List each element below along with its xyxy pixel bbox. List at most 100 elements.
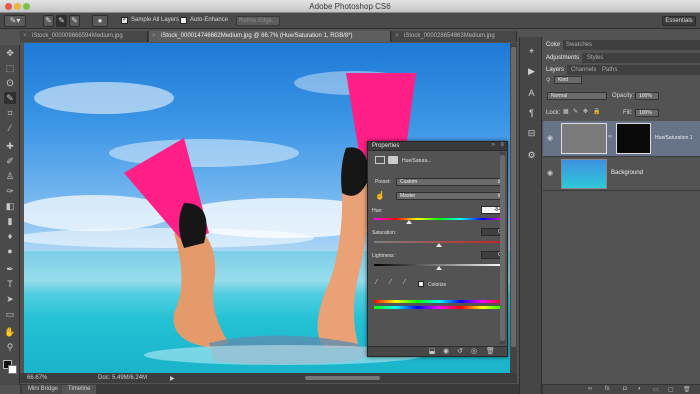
toggle-visibility-icon[interactable]: ◎ [470,348,478,356]
add-to-selection-button[interactable]: ✎ [56,15,67,27]
lock-image-icon[interactable]: ✎ [573,108,578,115]
tab-channels[interactable]: Channels [568,65,599,75]
type-tool-icon[interactable]: T [4,278,16,290]
shape-tool-icon[interactable]: ▭ [4,308,16,320]
layer-style-icon[interactable]: fx [605,386,610,392]
add-mask-icon[interactable]: ◘ [623,386,627,392]
document-tab[interactable]: × iStock_000028654863Medium.jpg [392,31,517,42]
layer-name[interactable]: Background [611,170,643,176]
preset-dropdown[interactable]: Custom ⇕ [396,178,504,186]
view-previous-state-icon[interactable]: ◉ [442,348,450,356]
pen-tool-icon[interactable]: ✒ [4,263,16,275]
lock-all-icon[interactable]: 🔒 [593,108,600,115]
panel-menu-icon[interactable]: ≡ [500,142,504,148]
colorize-checkbox[interactable] [418,281,424,287]
quick-selection-tool-icon[interactable]: ✎ [4,92,16,104]
delete-adjustment-icon[interactable]: 🗑 [486,348,495,356]
hue-slider-knob[interactable] [406,220,413,224]
new-adjustment-layer-icon[interactable]: ◐ [638,386,642,392]
canvas-vertical-scrollbar[interactable] [510,43,517,373]
new-layer-icon[interactable]: ▢ [668,386,674,393]
eyedropper-icon[interactable]: ⁄ [376,279,377,286]
canvas-horizontal-scrollbar[interactable] [305,376,380,380]
tab-paths[interactable]: Paths [599,65,620,75]
actions-icon[interactable]: ▶ [525,65,538,78]
gradient-tool-icon[interactable]: ▮ [4,215,16,227]
close-tab-icon[interactable]: × [395,31,399,42]
properties-icon[interactable]: ⚙ [525,149,538,162]
reset-icon[interactable]: ↺ [456,348,464,356]
eyedropper-tool-icon[interactable]: ⁄ [4,122,16,134]
path-selection-tool-icon[interactable]: ➤ [4,293,16,305]
eyedropper-plus-icon[interactable]: ⁄ [390,279,391,286]
paragraph-icon[interactable]: ¶ [525,107,538,120]
close-tab-icon[interactable]: × [23,31,27,42]
auto-enhance-checkbox[interactable] [180,17,187,24]
marquee-tool-icon[interactable]: ⬚ [4,62,16,74]
new-group-icon[interactable]: ▭ [653,386,659,393]
blur-tool-icon[interactable]: ♦ [4,230,16,242]
lock-position-icon[interactable]: ✥ [583,108,588,115]
dodge-tool-icon[interactable]: ● [4,245,16,257]
lock-transparent-icon[interactable]: ▦ [563,108,569,115]
layer-name[interactable]: Hue/Saturation 1 [655,135,693,141]
brush-tool-icon[interactable]: ✐ [4,155,16,167]
close-tab-icon[interactable]: × [152,31,156,42]
hand-tool-icon[interactable]: ✋ [4,326,16,338]
saturation-slider-knob[interactable] [436,243,442,247]
document-tab[interactable]: × iStock_000009666594Medium.jpg [20,31,148,42]
blend-mode-dropdown[interactable]: Normal [547,92,607,100]
tab-layers[interactable]: Layers [543,65,568,75]
timeline-tab[interactable]: Timeline [62,385,97,394]
new-selection-button[interactable]: ✎ [43,15,54,27]
status-menu-arrow-icon[interactable]: ▶ [170,375,175,382]
workspace-switcher[interactable]: Essentials [662,16,696,26]
properties-panel-header[interactable]: Properties » ≡ [368,142,507,151]
layer-mask-icon[interactable] [388,156,398,164]
layer-visibility-eye-icon[interactable]: ◉ [547,134,553,142]
delete-layer-icon[interactable]: 🗑 [683,386,691,393]
layer-kind-filter[interactable]: Kind [554,76,582,84]
lasso-tool-icon[interactable]: ʘ [4,77,16,89]
targeted-adjustment-hand-icon[interactable]: ☝ [375,191,385,200]
history-brush-tool-icon[interactable]: ✑ [4,185,16,197]
subtract-from-selection-button[interactable]: ✎ [69,15,80,27]
collapse-panel-icon[interactable]: » [492,142,495,148]
history-icon[interactable]: ⌖ [525,45,538,58]
opacity-field[interactable]: 100% [635,92,659,100]
lightness-slider-knob[interactable] [436,266,442,270]
link-layers-icon[interactable]: ∞ [588,386,592,392]
tab-styles[interactable]: Styles [584,53,606,63]
eyedropper-minus-icon[interactable]: ⁄ [404,279,405,286]
clone-stamp-tool-icon[interactable]: ♙ [4,170,16,182]
properties-scrollbar[interactable] [500,152,505,344]
background-color-swatch[interactable] [8,365,17,374]
move-tool-icon[interactable]: ✥ [4,47,16,59]
tool-preset-picker[interactable]: ✎▾ [4,15,26,27]
eraser-tool-icon[interactable]: ◧ [4,200,16,212]
layer-row-selected[interactable]: ◉ ∞ Hue/Saturation 1 [543,121,700,157]
info-icon[interactable]: ⊟ [525,127,538,140]
fill-field[interactable]: 100% [635,109,659,117]
tab-swatches[interactable]: Swatches [563,40,595,50]
spot-healing-tool-icon[interactable]: ✚ [4,140,16,152]
layer-row[interactable]: ◉ Background [543,157,700,191]
zoom-level[interactable]: 66.67% [27,375,47,381]
fill-label: Fill: [623,110,633,116]
tab-adjustments[interactable]: Adjustments [543,53,583,63]
channel-dropdown[interactable]: Master ⇕ [396,192,504,200]
refine-edge-button[interactable]: Refine Edge... [236,16,280,26]
hue-slider[interactable] [374,218,504,220]
document-tab-active[interactable]: × iStock_000014746662Medium.jpg @ 66.7% (… [149,31,391,42]
zoom-tool-icon[interactable]: ⚲ [4,341,16,353]
clip-to-layer-icon[interactable]: ⬓ [428,348,436,356]
preset-label: Preset: [375,179,391,185]
layer-visibility-eye-icon[interactable]: ◉ [547,169,553,177]
brush-size-picker[interactable]: ● [92,15,108,27]
lightness-label: Lightness: [372,253,395,259]
tab-color[interactable]: Color [543,40,564,50]
mini-bridge-tab[interactable]: Mini Bridge [22,385,65,394]
crop-tool-icon[interactable]: ⌗ [4,107,16,119]
character-icon[interactable]: A [525,87,538,100]
sample-all-layers-checkbox[interactable] [121,15,128,24]
